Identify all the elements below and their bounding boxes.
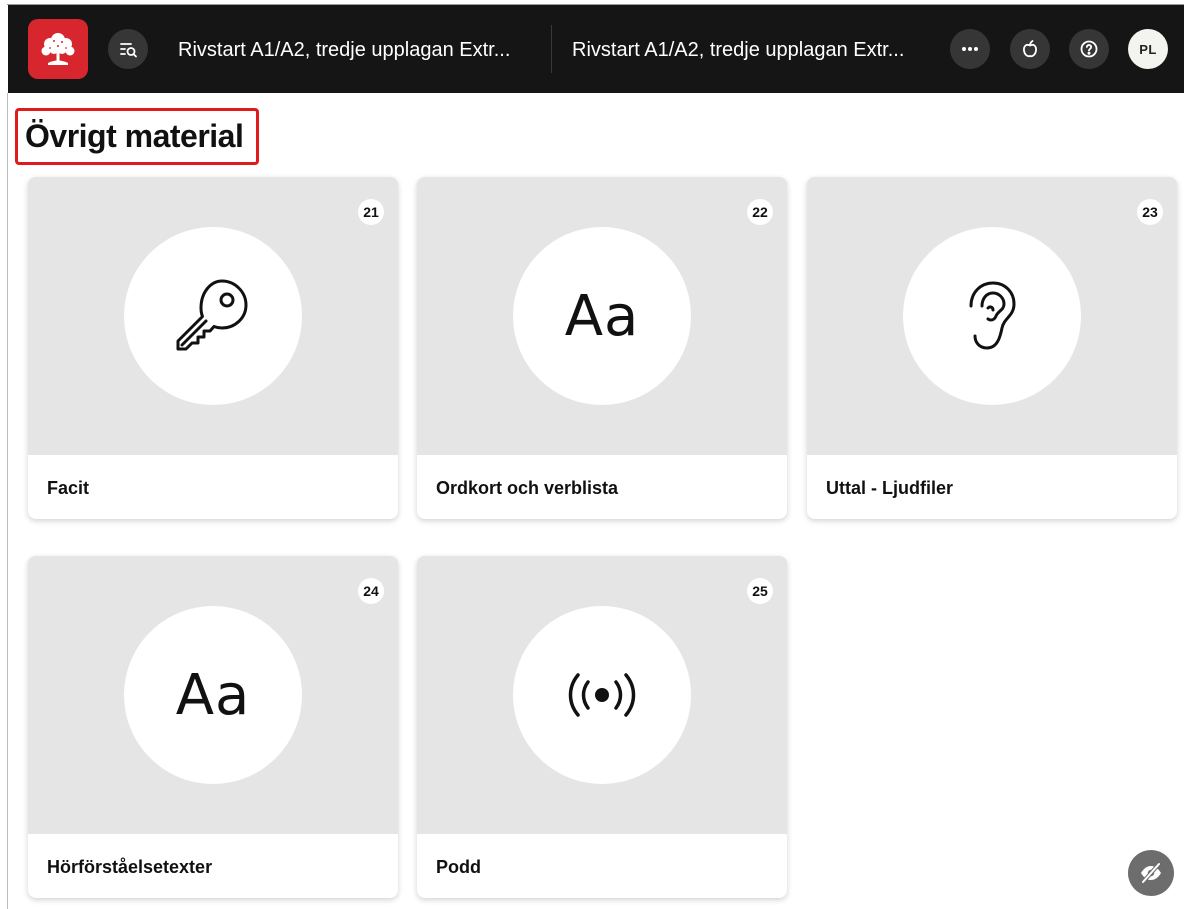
card-icon-circle: Aa [124,606,302,784]
app-frame: Rivstart A1/A2, tredje upplagan Extr... … [0,0,1184,909]
home-logo-button[interactable] [28,19,88,79]
card-footer: Hörförståelsetexter [28,834,398,898]
card-thumbnail: 24 Aa [28,556,398,834]
card-thumbnail: 25 [417,556,787,834]
more-options-button[interactable] [950,29,990,69]
ear-icon [969,281,1016,350]
title-divider [551,25,552,73]
material-card-facit[interactable]: 21 Facit [28,177,398,519]
card-footer: Uttal - Ljudfiler [807,455,1177,519]
table-of-contents-search-icon [120,43,137,58]
more-dots-icon [962,47,978,51]
card-icon-circle [124,227,302,405]
apple-icon [1023,40,1037,58]
book-title-primary[interactable]: Rivstart A1/A2, tredje upplagan Extr... [178,38,510,62]
help-button[interactable] [1069,29,1109,69]
material-card-ordkort[interactable]: 22 Aa Ordkort och verblista [417,177,787,519]
card-number-badge: 21 [358,199,384,225]
table-of-contents-button[interactable] [108,29,148,69]
text-aa-icon: Aa [564,283,640,349]
top-bar: Rivstart A1/A2, tredje upplagan Extr... … [8,5,1184,93]
card-icon-circle: Aa [513,227,691,405]
broadcast-icon [568,673,636,717]
teacher-apple-button[interactable] [1010,29,1050,69]
card-title[interactable]: Hörförståelsetexter [47,856,212,878]
card-thumbnail: 21 [28,177,398,455]
card-number-badge: 22 [747,199,773,225]
help-icon [1080,40,1098,58]
user-avatar[interactable]: PL [1128,29,1168,69]
frame-edge [7,93,8,909]
card-number-badge: 25 [747,578,773,604]
page-title: Övrigt material [25,118,244,154]
book-title-secondary[interactable]: Rivstart A1/A2, tredje upplagan Extr... [572,38,904,62]
material-card-podd[interactable]: 25 Podd [417,556,787,898]
card-number-badge: 24 [358,578,384,604]
material-card-horforstaelse[interactable]: 24 Aa Hörförståelsetexter [28,556,398,898]
card-footer: Podd [417,834,787,898]
publisher-tree-logo-icon [41,33,75,65]
card-footer: Facit [28,455,398,519]
card-icon-circle [903,227,1081,405]
key-icon [176,279,248,351]
card-icon-circle [513,606,691,784]
text-aa-icon: Aa [175,662,251,728]
material-card-uttal[interactable]: 23 Uttal - Ljudfiler [807,177,1177,519]
card-title[interactable]: Uttal - Ljudfiler [826,477,953,499]
card-thumbnail: 23 [807,177,1177,455]
hide-content-button[interactable] [1128,850,1174,896]
card-footer: Ordkort och verblista [417,455,787,519]
card-title[interactable]: Ordkort och verblista [436,477,618,499]
card-number-badge: 23 [1137,199,1163,225]
eye-off-icon [1141,862,1161,884]
card-title[interactable]: Podd [436,856,481,878]
card-thumbnail: 22 Aa [417,177,787,455]
card-title[interactable]: Facit [47,477,89,499]
